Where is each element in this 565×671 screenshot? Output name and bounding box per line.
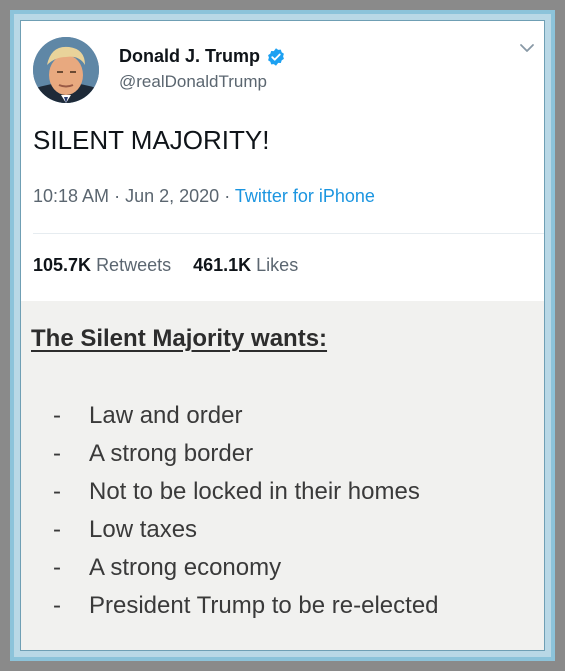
avatar-photo	[33, 37, 99, 103]
tweet-date[interactable]: Jun 2, 2020	[125, 186, 219, 206]
verified-badge-icon	[268, 47, 284, 66]
likes-count: 461.1K	[193, 255, 252, 275]
retweets-count: 105.7K	[33, 255, 92, 275]
list-item-text: Not to be locked in their homes	[89, 478, 420, 505]
meta-separator: ·	[224, 186, 231, 206]
list-item-text: A strong economy	[89, 554, 282, 581]
list-item: - A strong economy	[53, 549, 439, 587]
meta-separator: ·	[114, 186, 121, 206]
list-dash: -	[53, 554, 61, 581]
tweet-text: SILENT MAJORITY!	[33, 125, 270, 155]
list-dash: -	[53, 592, 61, 619]
list-dash: -	[53, 516, 61, 543]
author-name-row: Donald J. Trump	[119, 46, 286, 67]
author-block: Donald J. Trump @realDonaldTrump	[119, 46, 286, 92]
note-list: - Law and order - A strong border - Not to …	[53, 397, 439, 625]
author-handle[interactable]: @realDonaldTrump	[119, 72, 286, 92]
chevron-down-icon[interactable]	[518, 39, 536, 57]
tweet-stats: 105.7K Retweets 461.1K Likes	[33, 255, 298, 276]
divider	[33, 233, 544, 234]
image-frame: Donald J. Trump @realDonaldTrump SILENT …	[10, 10, 555, 661]
list-item-text: Law and order	[89, 402, 243, 429]
list-dash: -	[53, 402, 61, 429]
list-dash: -	[53, 440, 61, 467]
list-item-text: President Trump to be re-elected	[89, 592, 439, 619]
tweet-meta: 10:18 AM · Jun 2, 2020 · Twitter for iPh…	[33, 186, 375, 207]
list-item: - Law and order	[53, 397, 439, 435]
retweets-label: Retweets	[96, 255, 172, 275]
retweets-stat[interactable]: 105.7K Retweets	[33, 255, 171, 275]
list-item: - Not to be locked in their homes	[53, 473, 439, 511]
tweet-card: Donald J. Trump @realDonaldTrump SILENT …	[21, 21, 544, 650]
list-item: - Low taxes	[53, 511, 439, 549]
tweet-header: Donald J. Trump @realDonaldTrump	[21, 21, 544, 111]
likes-stat[interactable]: 461.1K Likes	[193, 255, 298, 275]
tweet-source-link[interactable]: Twitter for iPhone	[235, 186, 375, 206]
attached-image-note: The Silent Majority wants: - Law and orde…	[21, 301, 544, 650]
list-item: - President Trump to be re-elected	[53, 587, 439, 625]
list-item: - A strong border	[53, 435, 439, 473]
author-display-name[interactable]: Donald J. Trump	[119, 46, 260, 67]
likes-label: Likes	[256, 255, 299, 275]
avatar[interactable]	[33, 37, 99, 103]
tweet-time[interactable]: 10:18 AM	[33, 186, 109, 206]
list-dash: -	[53, 478, 61, 505]
list-item-text: A strong border	[89, 440, 254, 467]
list-item-text: Low taxes	[89, 516, 198, 543]
note-title: The Silent Majority wants:	[31, 325, 328, 352]
